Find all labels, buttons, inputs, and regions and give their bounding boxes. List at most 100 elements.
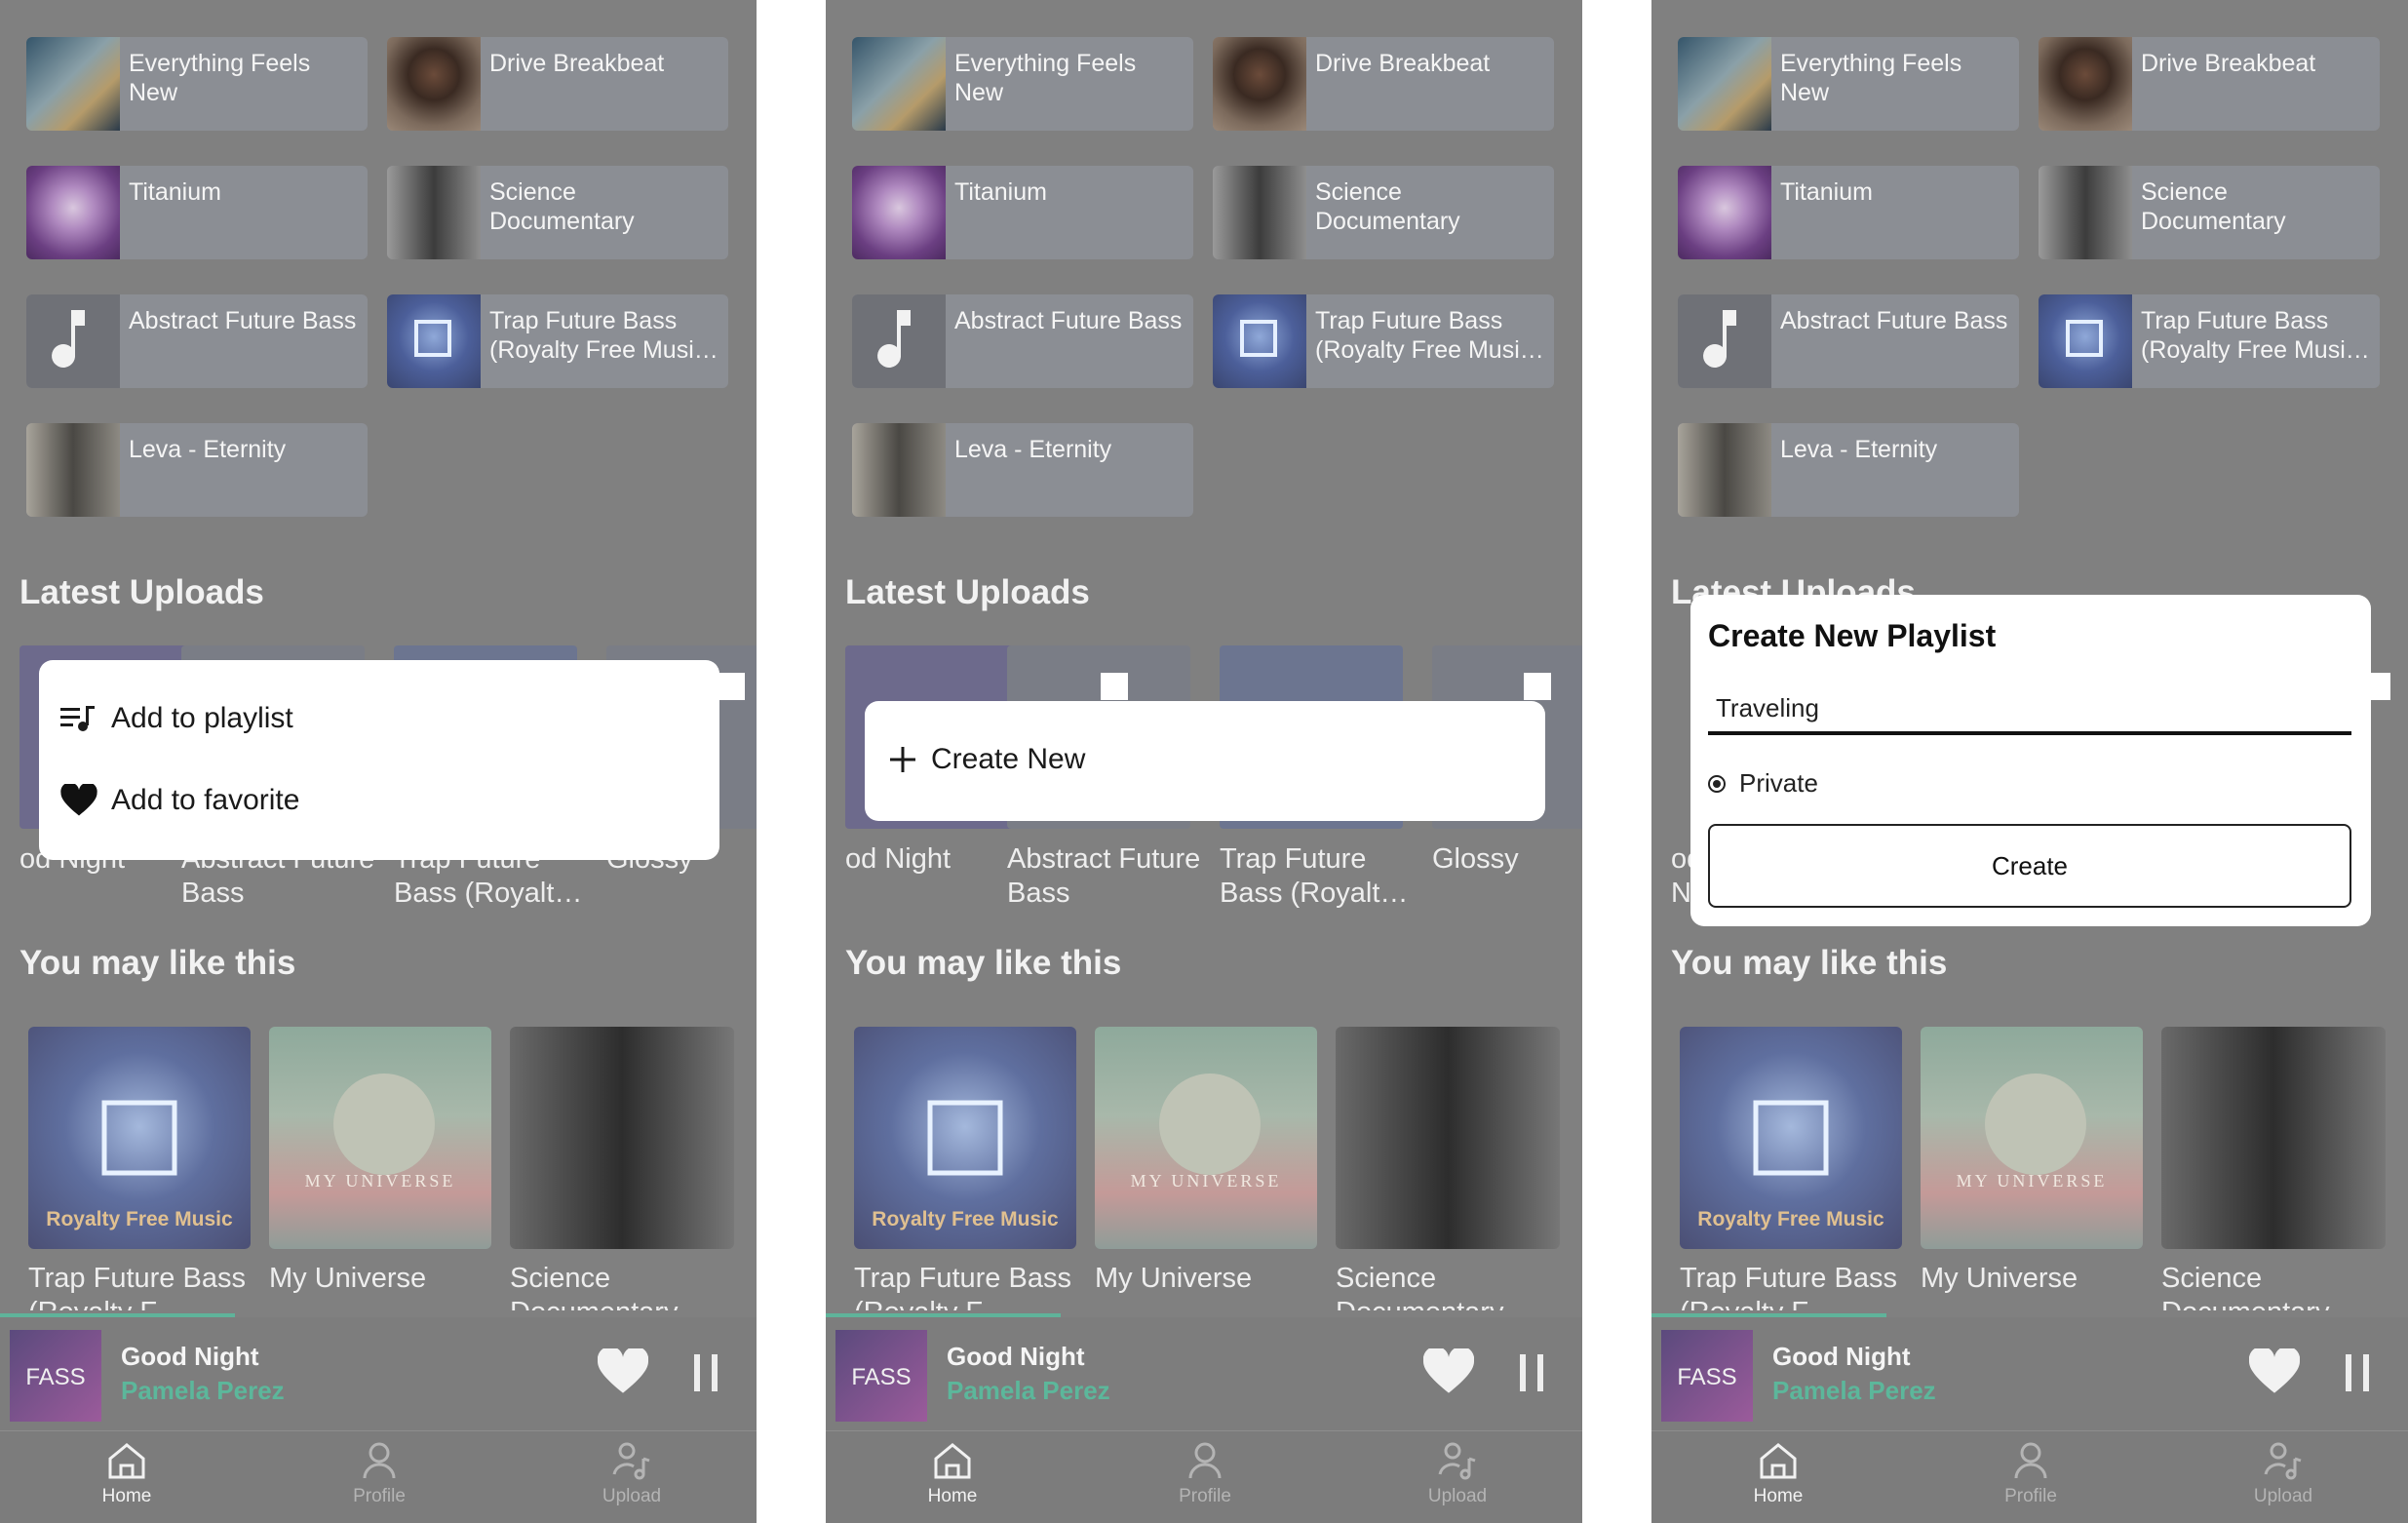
recent-title: Leva - Eternity	[1780, 436, 1938, 463]
like-tile[interactable]: MY UNIVERSE	[269, 1027, 491, 1249]
like-tile[interactable]	[2161, 1027, 2386, 1249]
music-note-icon	[1678, 294, 1771, 388]
playlist-add-icon	[60, 706, 95, 731]
recent-title: Titanium	[129, 178, 221, 206]
like-tile[interactable]	[510, 1027, 734, 1249]
pause-icon[interactable]	[1518, 1354, 1547, 1391]
pause-icon[interactable]	[2344, 1354, 2373, 1391]
now-playing-title: Good Night	[1772, 1342, 1911, 1371]
recent-card[interactable]: Science Documentary	[1213, 166, 1554, 259]
recent-title: Titanium	[1780, 178, 1873, 206]
nav-profile[interactable]: Profile	[321, 1439, 438, 1507]
album-art	[26, 423, 120, 517]
recent-card[interactable]: Titanium	[26, 166, 368, 259]
album-art	[852, 37, 946, 131]
nav-upload[interactable]: Upload	[2225, 1439, 2342, 1507]
recent-card[interactable]: Everything Feels New	[852, 37, 1193, 131]
profile-icon	[1188, 1442, 1222, 1479]
like-tile[interactable]: MY UNIVERSE	[1095, 1027, 1317, 1249]
like-label: Trap Future Bass (Royalty F…	[28, 1263, 246, 1310]
upload-label: Abstract Future Bass	[1007, 843, 1201, 909]
now-playing-art: FASS	[10, 1330, 101, 1422]
you-may-like-title: You may like this	[1671, 944, 1948, 982]
now-playing-artist: Pamela Perez	[121, 1376, 285, 1405]
recent-title: Everything Feels New	[1780, 50, 1962, 106]
bottom-nav: Home Profile Upload	[826, 1430, 1582, 1523]
album-art	[1213, 37, 1306, 131]
album-art	[387, 37, 481, 131]
now-playing-title: Good Night	[947, 1342, 1085, 1371]
nav-profile[interactable]: Profile	[1146, 1439, 1263, 1507]
recent-card[interactable]: Drive Breakbeat	[1213, 37, 1554, 131]
like-tile[interactable]: Royalty Free Music	[854, 1027, 1076, 1249]
nav-profile[interactable]: Profile	[1972, 1439, 2089, 1507]
overflow-marker	[718, 673, 745, 700]
recent-card[interactable]: Trap Future Bass (Royalty Free Musi…	[2039, 294, 2380, 388]
now-playing-bar[interactable]: FASS Good Night Pamela Perez	[1651, 1317, 2408, 1430]
heart-icon[interactable]	[1423, 1348, 1474, 1395]
recent-card[interactable]: Titanium	[1678, 166, 2019, 259]
recent-title: Drive Breakbeat	[1315, 50, 1491, 77]
nav-home[interactable]: Home	[68, 1439, 185, 1507]
nav-upload[interactable]: Upload	[1399, 1439, 1516, 1507]
privacy-label: Private	[1739, 768, 1818, 798]
recent-card[interactable]: Trap Future Bass (Royalty Free Musi…	[1213, 294, 1554, 388]
bottom-nav: Home Profile Upload	[1651, 1430, 2408, 1523]
nav-home[interactable]: Home	[1720, 1439, 1837, 1507]
recent-card[interactable]: Science Documentary	[387, 166, 728, 259]
recent-card[interactable]: Leva - Eternity	[26, 423, 368, 517]
like-tile[interactable]: Royalty Free Music	[1680, 1027, 1902, 1249]
heart-icon[interactable]	[2249, 1348, 2300, 1395]
nav-label: Home	[101, 1486, 152, 1506]
now-playing-artist: Pamela Perez	[947, 1376, 1110, 1405]
album-art	[387, 166, 481, 259]
playlist-name-input[interactable]	[1708, 684, 2351, 735]
add-to-playlist-item[interactable]: Add to playlist	[60, 699, 293, 738]
create-button[interactable]: Create	[1708, 824, 2351, 908]
recent-card[interactable]: Abstract Future Bass	[1678, 294, 2019, 388]
pause-icon[interactable]	[692, 1354, 721, 1391]
nav-label: Upload	[602, 1486, 662, 1506]
album-art	[2039, 166, 2132, 259]
now-playing-bar[interactable]: FASS Good Night Pamela Perez	[826, 1317, 1582, 1430]
like-tile[interactable]	[1336, 1027, 1560, 1249]
menu-label: Add to favorite	[111, 784, 300, 816]
recent-card[interactable]: Drive Breakbeat	[2039, 37, 2380, 131]
art-text: MY UNIVERSE	[1957, 1171, 2108, 1191]
recent-card[interactable]: Abstract Future Bass	[26, 294, 368, 388]
recent-card[interactable]: Drive Breakbeat	[387, 37, 728, 131]
add-to-favorite-item[interactable]: Add to favorite	[60, 781, 299, 820]
art-text: MY UNIVERSE	[305, 1171, 456, 1191]
recent-title: Science Documentary	[1315, 178, 1460, 235]
art-text: Royalty Free Music	[872, 1208, 1059, 1230]
home-icon	[108, 1443, 145, 1479]
now-playing-bar[interactable]: FASS Good Night Pamela Perez	[0, 1317, 757, 1430]
create-new-button[interactable]: Create New	[888, 743, 1085, 776]
album-art	[2039, 294, 2132, 388]
heart-icon[interactable]	[598, 1348, 648, 1395]
art-text: Royalty Free Music	[1697, 1208, 1884, 1230]
recent-card[interactable]: Leva - Eternity	[852, 423, 1193, 517]
overflow-marker	[1524, 673, 1551, 700]
radio-icon[interactable]	[1708, 774, 1726, 793]
recent-card[interactable]: Science Documentary	[2039, 166, 2380, 259]
album-art	[387, 294, 481, 388]
nav-upload[interactable]: Upload	[573, 1439, 690, 1507]
create-new-popup: Create New	[865, 701, 1545, 821]
like-tile[interactable]: MY UNIVERSE	[1921, 1027, 2143, 1249]
recent-card[interactable]: Abstract Future Bass	[852, 294, 1193, 388]
recent-card[interactable]: Everything Feels New	[26, 37, 368, 131]
recent-card[interactable]: Trap Future Bass (Royalty Free Musi…	[387, 294, 728, 388]
now-playing-title: Good Night	[121, 1342, 259, 1371]
recent-card[interactable]: Titanium	[852, 166, 1193, 259]
you-may-like-title: You may like this	[845, 944, 1122, 982]
privacy-option[interactable]: Private	[1708, 768, 1818, 799]
recent-card[interactable]: Everything Feels New	[1678, 37, 2019, 131]
nav-home[interactable]: Home	[894, 1439, 1011, 1507]
music-note-icon	[852, 294, 946, 388]
like-tile[interactable]: Royalty Free Music	[28, 1027, 251, 1249]
like-label: Science Documentary	[510, 1263, 678, 1310]
recent-title: Trap Future Bass (Royalty Free Musi…	[1315, 307, 1544, 364]
now-playing-art: FASS	[835, 1330, 927, 1422]
recent-card[interactable]: Leva - Eternity	[1678, 423, 2019, 517]
